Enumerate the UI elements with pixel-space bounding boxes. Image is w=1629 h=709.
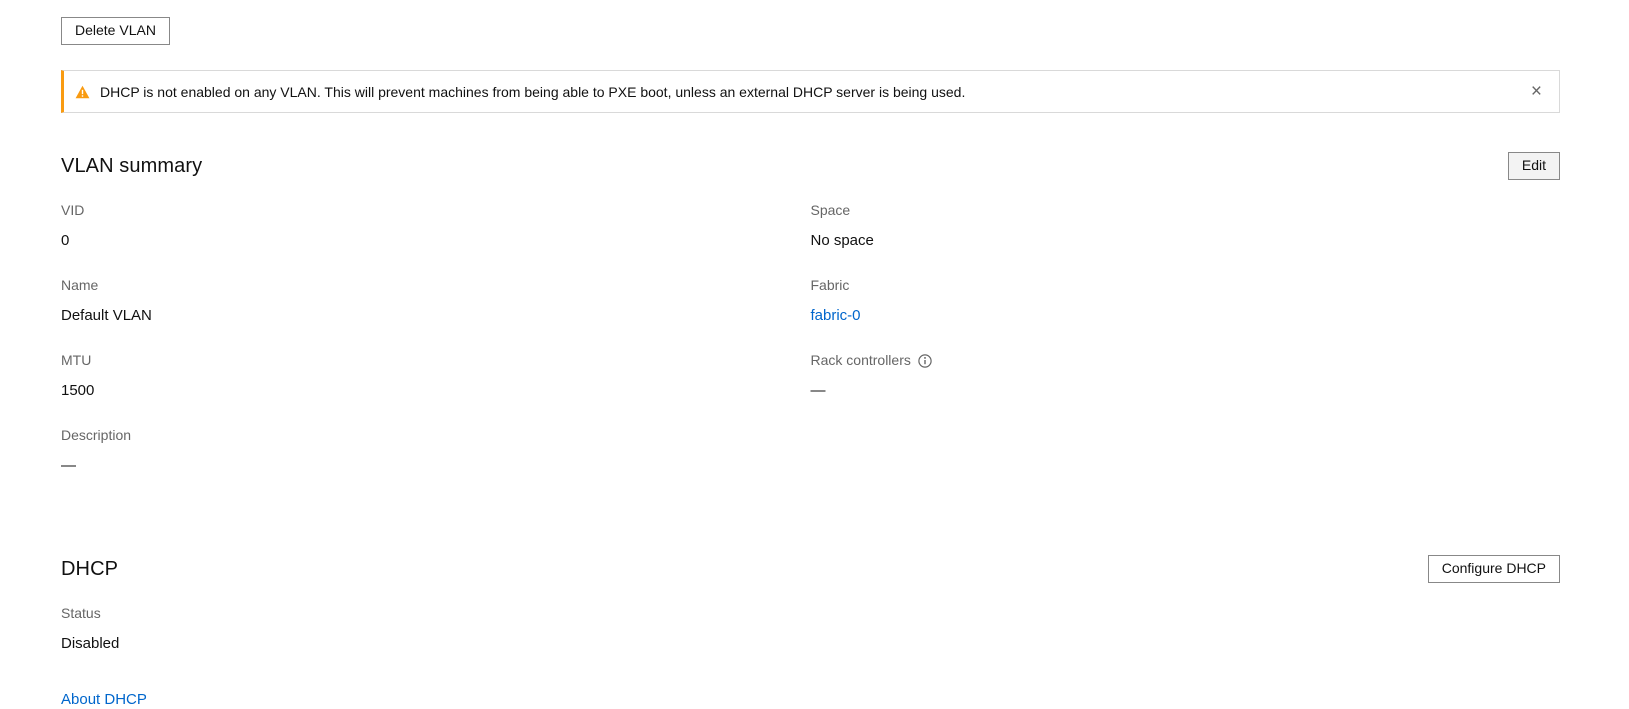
vlan-summary-left-column: VID 0 Name Default VLAN MTU 1500 Descrip…: [61, 201, 811, 501]
vlan-summary-section: VLAN summary Edit VID 0 Name Default VLA…: [61, 152, 1560, 501]
field-space: Space No space: [811, 201, 1561, 251]
field-space-value: No space: [811, 231, 1561, 251]
dhcp-title: DHCP: [61, 558, 118, 581]
edit-button[interactable]: Edit: [1508, 152, 1560, 180]
field-name-value: Default VLAN: [61, 306, 811, 326]
field-mtu-label: MTU: [61, 351, 811, 370]
dhcp-section: DHCP Configure DHCP Status Disabled Abou…: [61, 555, 1560, 709]
field-name: Name Default VLAN: [61, 276, 811, 326]
dhcp-warning-banner: DHCP is not enabled on any VLAN. This wi…: [61, 70, 1560, 113]
vlan-detail-page: Delete VLAN DHCP is not enabled on any V…: [0, 0, 1629, 709]
vlan-summary-right-column: Space No space Fabric fabric-0 Rack cont…: [811, 201, 1561, 501]
vlan-summary-title: VLAN summary: [61, 155, 202, 178]
field-rack-controllers-label: Rack controllers: [811, 351, 1561, 370]
vlan-summary-fields: VID 0 Name Default VLAN MTU 1500 Descrip…: [61, 201, 1560, 501]
field-description-value: —: [61, 456, 811, 476]
vlan-summary-header: VLAN summary Edit: [61, 152, 1560, 180]
delete-vlan-button[interactable]: Delete VLAN: [61, 17, 170, 45]
close-icon[interactable]: ×: [1531, 82, 1542, 101]
field-dhcp-status: Status Disabled: [61, 604, 811, 654]
configure-dhcp-button[interactable]: Configure DHCP: [1428, 555, 1560, 583]
field-fabric-label: Fabric: [811, 276, 1561, 295]
field-space-label: Space: [811, 201, 1561, 220]
field-description: Description —: [61, 426, 811, 476]
field-mtu: MTU 1500: [61, 351, 811, 401]
field-dhcp-status-value: Disabled: [61, 634, 811, 654]
field-vid-label: VID: [61, 201, 811, 220]
field-rack-controllers: Rack controllers —: [811, 351, 1561, 401]
fabric-link[interactable]: fabric-0: [811, 307, 861, 324]
field-mtu-value: 1500: [61, 381, 811, 401]
warning-message: DHCP is not enabled on any VLAN. This wi…: [100, 84, 1515, 100]
field-name-label: Name: [61, 276, 811, 295]
field-vid-value: 0: [61, 231, 811, 251]
field-rack-controllers-value: —: [811, 381, 1561, 401]
field-description-label: Description: [61, 426, 811, 445]
field-vid: VID 0: [61, 201, 811, 251]
dhcp-fields: Status Disabled About DHCP: [61, 604, 1560, 709]
dhcp-left-column: Status Disabled About DHCP: [61, 604, 811, 709]
field-fabric-value: fabric-0: [811, 306, 1561, 326]
field-fabric: Fabric fabric-0: [811, 276, 1561, 326]
field-rack-controllers-label-text: Rack controllers: [811, 351, 911, 370]
about-dhcp-link[interactable]: About DHCP: [61, 691, 147, 708]
info-icon[interactable]: [918, 354, 932, 368]
dhcp-header: DHCP Configure DHCP: [61, 555, 1560, 583]
warning-triangle-icon: [75, 85, 90, 99]
field-dhcp-status-label: Status: [61, 604, 811, 623]
